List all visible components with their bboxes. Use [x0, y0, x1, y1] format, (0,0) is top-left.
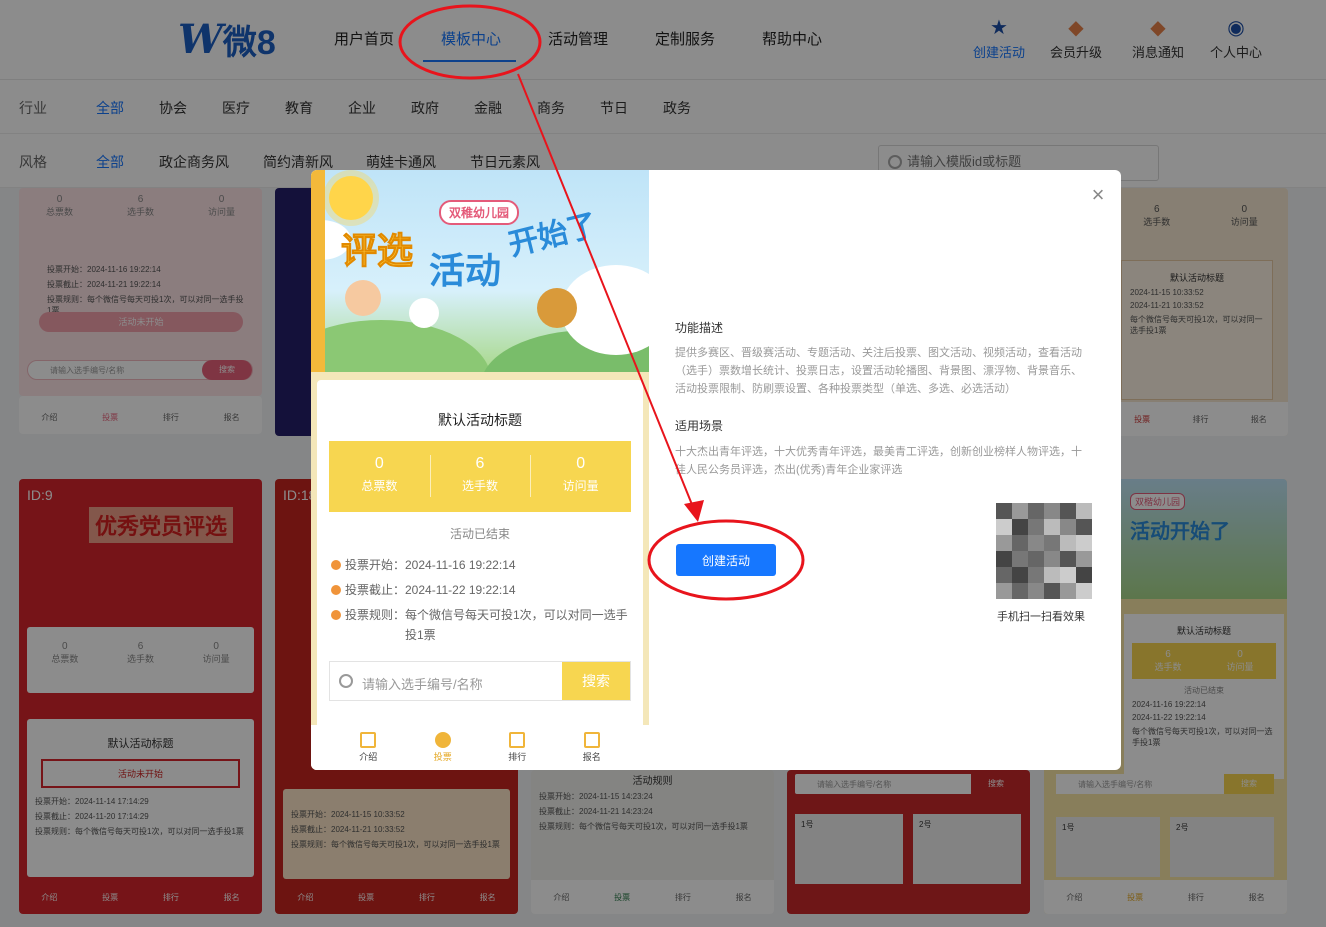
function-description: 提供多赛区、晋级赛活动、专题活动、关注后投票、图文活动、视频活动，查看活动（选手…	[675, 347, 1082, 395]
qr-cell	[1044, 551, 1060, 567]
preview-search-button[interactable]: 搜索	[562, 662, 630, 700]
qr-cell	[1076, 503, 1092, 519]
preview-stats: 0 总票数 6 选手数 0 访问量	[329, 441, 631, 512]
qr-cell	[1012, 519, 1028, 535]
create-activity-button[interactable]: 创建活动	[676, 544, 776, 576]
preview-vote-end: 投票截止：2024-11-22 19:22:14	[331, 580, 631, 600]
banner-title-2: 活动	[429, 250, 502, 291]
qr-cell	[1028, 567, 1044, 583]
scene-title: 适用场景	[675, 419, 724, 433]
dot-icon	[331, 610, 341, 620]
qr-cell	[1044, 567, 1060, 583]
preview-search-input[interactable]: 请输入选手编号/名称	[362, 674, 483, 693]
qr-cell	[1076, 519, 1092, 535]
qr-cell	[1012, 567, 1028, 583]
qr-cell	[1012, 551, 1028, 567]
qr-cell	[1044, 583, 1060, 599]
tab-intro[interactable]: 介绍	[343, 732, 393, 763]
qr-cell	[1044, 503, 1060, 519]
qr-cell	[1060, 583, 1076, 599]
close-icon[interactable]: ×	[1087, 184, 1109, 206]
rabbit-illustration	[409, 298, 439, 328]
scene-description: 十大杰出青年评选，十大优秀青年评选，最美青工评选，创新创业榜样人物评选，十佳人民…	[675, 446, 1082, 476]
qr-cell	[1028, 503, 1044, 519]
qr-cell	[1060, 535, 1076, 551]
qr-cell	[996, 567, 1012, 583]
template-detail-modal: 双稚幼儿园 评选 活动 开始了 默认活动标题 0 总票数 6 选手数 0 访问量…	[311, 170, 1121, 770]
qr-cell	[996, 535, 1012, 551]
preview-activity-title: 默认活动标题	[438, 412, 522, 428]
qr-cell	[1076, 583, 1092, 599]
preview-body: 默认活动标题 0 总票数 6 选手数 0 访问量 活动已结束 投票开始：2024…	[317, 380, 643, 736]
dot-icon	[331, 585, 341, 595]
qr-cell	[1012, 583, 1028, 599]
preview-status: 活动已结束	[449, 527, 510, 541]
qr-cell	[996, 519, 1012, 535]
user-icon	[434, 732, 451, 748]
qr-cell	[1028, 551, 1044, 567]
stat-total-votes: 0 总票数	[361, 455, 398, 493]
preview-banner: 双稚幼儿园 评选 活动 开始了	[311, 170, 649, 372]
qr-caption: 手机扫一扫看效果	[997, 611, 1085, 623]
preview-vote-start: 投票开始：2024-11-16 19:22:14	[331, 555, 631, 575]
qr-cell	[996, 583, 1012, 599]
preview-tabbar: 介绍 投票 排行 报名	[311, 725, 649, 770]
giraffe-illustration	[311, 170, 325, 372]
qr-cell	[1060, 503, 1076, 519]
qr-cell	[1012, 535, 1028, 551]
qr-cell	[1060, 519, 1076, 535]
qr-cell	[1076, 567, 1092, 583]
intro-icon	[360, 732, 377, 748]
qr-cell	[1076, 535, 1092, 551]
qr-cell	[1044, 519, 1060, 535]
qr-cell	[1076, 551, 1092, 567]
qr-cell	[1028, 519, 1044, 535]
template-preview: 双稚幼儿园 评选 活动 开始了 默认活动标题 0 总票数 6 选手数 0 访问量…	[311, 170, 649, 770]
qr-cell	[1060, 551, 1076, 567]
ranking-icon	[509, 732, 526, 748]
qr-cell	[1028, 583, 1044, 599]
dot-icon	[331, 560, 341, 570]
tab-signup[interactable]: 报名	[567, 732, 617, 763]
stat-contestants: 6 选手数	[429, 441, 531, 512]
qr-cell	[1044, 535, 1060, 551]
qr-code	[996, 503, 1092, 599]
signup-icon	[583, 732, 600, 748]
qr-cell	[996, 551, 1012, 567]
tab-vote[interactable]: 投票	[418, 732, 468, 763]
preview-search: 请输入选手编号/名称 搜索	[329, 661, 631, 701]
qr-cell	[1060, 567, 1076, 583]
qr-cell	[1028, 535, 1044, 551]
search-icon	[339, 674, 353, 688]
qr-cell	[1012, 503, 1028, 519]
banner-title-1: 评选	[340, 230, 414, 272]
qr-cell	[996, 503, 1012, 519]
kid-illustration	[345, 280, 381, 316]
preview-vote-rule: 投票规则：每个微信号每天可投1次，可以对同一选手 投1票	[331, 605, 631, 645]
function-title: 功能描述	[675, 321, 724, 335]
stat-visits: 0 访问量	[530, 441, 631, 512]
tab-ranking[interactable]: 排行	[492, 732, 542, 763]
sun-icon	[329, 176, 373, 220]
lion-illustration	[537, 288, 577, 328]
